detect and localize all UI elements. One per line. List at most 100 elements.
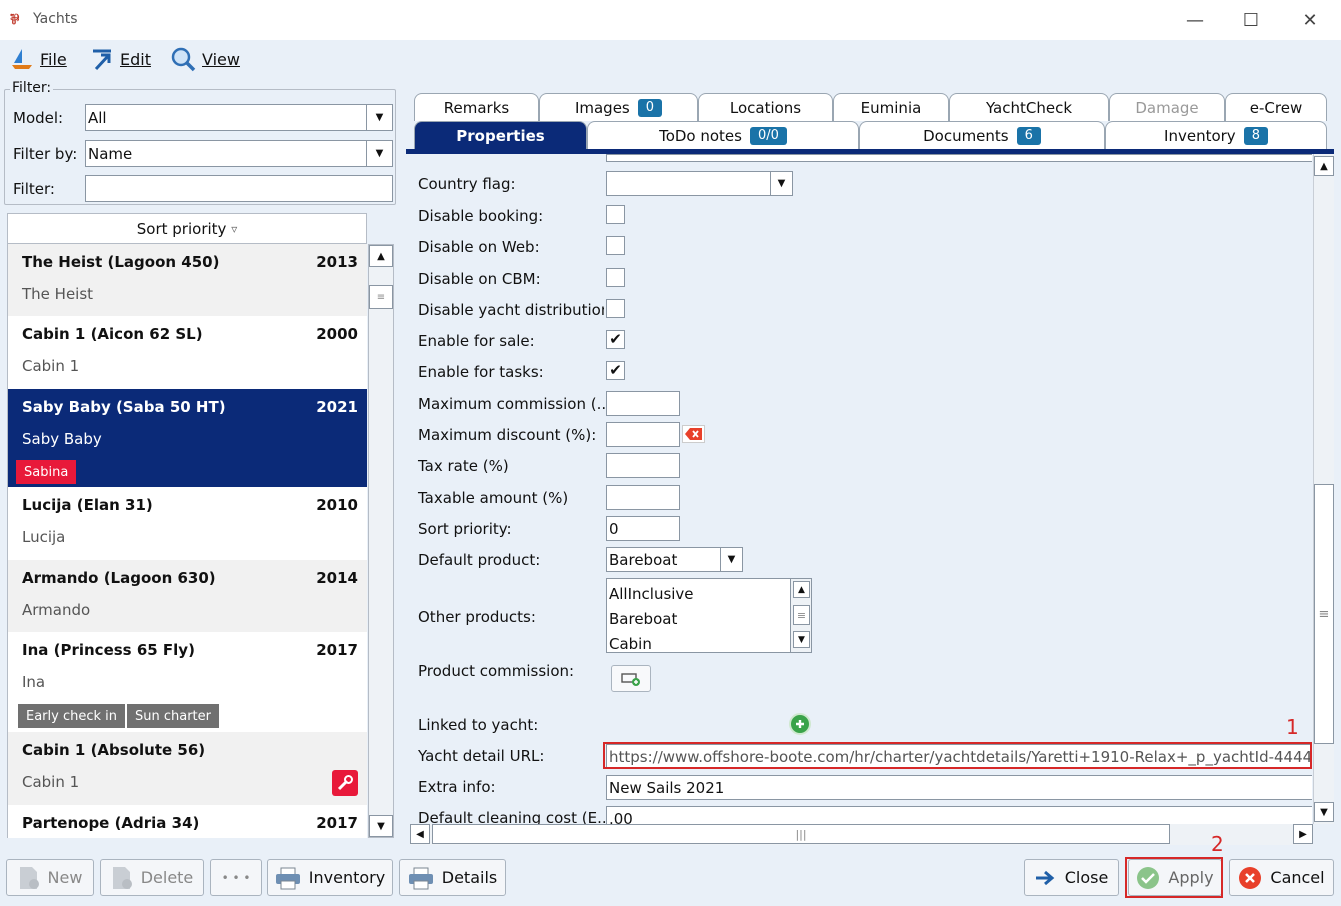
tab-label: ToDo notes (659, 126, 742, 145)
sun-charter-tag: Sun charter (127, 704, 220, 728)
scroll-thumb[interactable]: ≡ (1314, 484, 1334, 744)
tab-yachtcheck[interactable]: YachtCheck (949, 93, 1109, 121)
scroll-down-icon[interactable]: ▼ (1314, 802, 1334, 822)
tab-properties[interactable]: Properties (414, 121, 587, 149)
country-flag-select[interactable]: ▼ (606, 171, 793, 196)
yacht-year: 2000 (316, 325, 358, 343)
yacht-year: 2017 (316, 814, 358, 832)
yacht-name: Cabin 1 (Aicon 62 SL) (22, 325, 203, 343)
list-item[interactable]: Armando (Lagoon 630) 2014 Armando (8, 560, 367, 632)
add-commission-button[interactable] (611, 665, 651, 692)
tab-images[interactable]: Images 0 (539, 93, 698, 121)
tax-rate-input[interactable] (606, 453, 680, 478)
filter-legend: Filter: (10, 80, 54, 96)
list-item[interactable]: Cabin 1 (Aicon 62 SL) 2000 Cabin 1 (8, 316, 367, 389)
disable-cbm-checkbox[interactable] (606, 268, 625, 287)
list-item[interactable]: The Heist (Lagoon 450) 2013 The Heist (8, 244, 367, 316)
filterby-select[interactable]: Name ▼ (85, 140, 393, 167)
menu-edit[interactable]: Edit (90, 45, 151, 73)
list-item[interactable]: Cabin (609, 635, 652, 652)
cleaning-cost-input[interactable]: .00 (606, 806, 1312, 824)
listbox-scrollbar[interactable]: ▲ ≡ ▼ (790, 579, 811, 652)
list-item[interactable]: Cabin 1 (Absolute 56) Cabin 1 (8, 732, 367, 805)
menu-file-label: File (40, 49, 67, 69)
model-select[interactable]: All ▼ (85, 104, 393, 131)
yacht-subtitle: Cabin 1 (22, 773, 80, 791)
sort-icon: ▿ (231, 221, 238, 236)
enable-sale-checkbox[interactable]: ✔ (606, 330, 625, 349)
other-products-listbox[interactable]: AllInclusive Bareboat Cabin ▲ ≡ ▼ (606, 578, 812, 653)
menu-view[interactable]: View (170, 45, 240, 73)
sort-priority-input[interactable]: 0 (606, 516, 680, 541)
close-window-button[interactable]: ✕ (1282, 0, 1338, 40)
maximize-button[interactable]: ☐ (1223, 0, 1279, 40)
list-scrollbar[interactable]: ▲ ≡ ▼ (368, 244, 394, 838)
yacht-name: Lucija (Elan 31) (22, 496, 153, 514)
scroll-thumb[interactable]: ||| (432, 824, 1170, 844)
tab-label: Properties (456, 126, 545, 145)
yacht-name: Armando (Lagoon 630) (22, 569, 216, 587)
details-button[interactable]: Details (399, 859, 506, 896)
new-button-label: New (47, 868, 83, 887)
tab-inventory[interactable]: Inventory 8 (1105, 121, 1327, 149)
scroll-up-icon[interactable]: ▲ (1314, 156, 1334, 176)
list-item[interactable]: Bareboat (609, 610, 677, 628)
cancel-button[interactable]: Cancel (1229, 859, 1334, 896)
delete-button[interactable]: Delete (100, 859, 204, 896)
yacht-year: 2010 (316, 496, 358, 514)
disable-distribution-checkbox[interactable] (606, 299, 625, 318)
scroll-thumb[interactable]: ≡ (369, 285, 393, 309)
scroll-down-icon[interactable]: ▼ (369, 815, 393, 837)
max-discount-input[interactable] (606, 422, 680, 447)
scroll-down-icon[interactable]: ▼ (793, 631, 810, 648)
list-item[interactable]: AllInclusive (609, 585, 694, 603)
scroll-up-icon[interactable]: ▲ (793, 581, 810, 598)
list-item[interactable]: Partenope (Adria 34) 2017 (8, 805, 367, 838)
more-button[interactable]: • • • (210, 859, 262, 896)
tab-remarks[interactable]: Remarks (414, 93, 539, 121)
taxable-amount-input[interactable] (606, 485, 680, 510)
sort-priority-header[interactable]: Sort priority ▿ (7, 213, 367, 244)
model-label: Model: (13, 109, 64, 127)
menu-file[interactable]: File (10, 45, 67, 73)
close-button[interactable]: Close (1024, 859, 1119, 896)
edit-arrow-icon (93, 49, 111, 71)
default-product-select[interactable]: Bareboat ▼ (606, 547, 743, 572)
minimize-button[interactable]: — (1167, 0, 1223, 40)
scroll-up-icon[interactable]: ▲ (369, 245, 393, 267)
printer-icon (408, 867, 433, 889)
list-item[interactable]: Ina (Princess 65 Fly) 2017 Ina Early che… (8, 632, 367, 732)
apply-highlight-box (1125, 857, 1223, 898)
filter-input[interactable] (85, 175, 393, 202)
product-commission-label: Product commission: (418, 662, 575, 680)
tab-euminia[interactable]: Euminia (833, 93, 949, 121)
list-item[interactable]: Lucija (Elan 31) 2010 Lucija (8, 487, 367, 560)
tab-label: Inventory (1164, 126, 1236, 145)
tab-documents[interactable]: Documents 6 (859, 121, 1105, 149)
extra-info-input[interactable]: New Sails 2021 (606, 775, 1312, 800)
new-button[interactable]: New (6, 859, 94, 896)
properties-horizontal-scrollbar[interactable]: ◀ ||| ▶ (410, 824, 1313, 845)
tab-locations[interactable]: Locations (698, 93, 833, 121)
taxable-amount-label: Taxable amount (%) (418, 489, 569, 507)
disable-booking-checkbox[interactable] (606, 205, 625, 224)
inventory-button[interactable]: Inventory (267, 859, 393, 896)
max-commission-input[interactable] (606, 391, 680, 416)
cancel-icon (1239, 866, 1262, 889)
scroll-thumb[interactable]: ≡ (793, 605, 810, 625)
clear-icon[interactable] (682, 425, 705, 443)
tab-ecrew[interactable]: e-Crew (1225, 93, 1327, 121)
add-linked-yacht-icon[interactable] (789, 713, 811, 735)
extra-info-label: Extra info: (418, 778, 496, 796)
yacht-year: 2021 (316, 398, 358, 416)
disable-web-checkbox[interactable] (606, 236, 625, 255)
scroll-left-icon[interactable]: ◀ (410, 824, 430, 844)
scroll-right-icon[interactable]: ▶ (1293, 824, 1313, 844)
delete-button-label: Delete (140, 868, 194, 887)
properties-vertical-scrollbar[interactable]: ▲ ≡ ▼ (1313, 154, 1334, 824)
details-button-label: Details (441, 868, 498, 887)
tab-damage[interactable]: Damage (1109, 93, 1225, 121)
enable-tasks-checkbox[interactable]: ✔ (606, 361, 625, 380)
tab-todo-notes[interactable]: ToDo notes 0/0 (587, 121, 859, 149)
list-item-selected[interactable]: Saby Baby (Saba 50 HT) 2021 Saby Baby Sa… (8, 389, 367, 487)
